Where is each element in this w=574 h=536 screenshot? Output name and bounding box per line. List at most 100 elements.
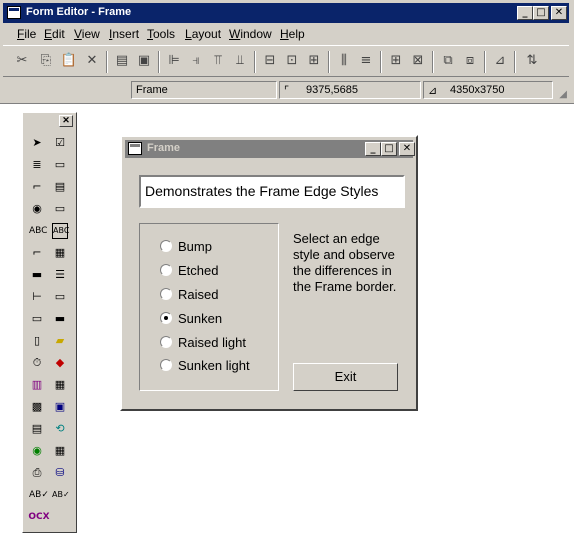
document-tool-icon[interactable]: ▯ (29, 333, 45, 349)
toolbar-separator (380, 51, 382, 73)
excel-tool-icon[interactable]: ▦ (52, 443, 68, 459)
position-icon: ⌜ (284, 85, 290, 97)
textbox-tool-icon[interactable]: ABC (52, 223, 69, 239)
radio-button[interactable] (160, 240, 172, 252)
copy-icon[interactable]: ⎘ (37, 52, 55, 70)
menu-bar: File Edit View Insert Tools Layout Windo… (3, 24, 569, 44)
spell-tool-icon[interactable]: AB✓ (29, 487, 49, 503)
slider-tool-icon[interactable]: ▬ (52, 311, 68, 327)
treeview-tool-icon[interactable]: ⊢ (29, 289, 45, 305)
progress-tool-icon[interactable]: ▬ (29, 267, 45, 283)
tab-order-icon[interactable]: ⇅ (523, 52, 541, 70)
cut-icon[interactable]: ✂ (13, 52, 31, 70)
date-tool-icon[interactable]: ▤ (29, 421, 45, 437)
tab-control-tool-icon[interactable]: ▭ (52, 289, 68, 305)
browser-tool-icon[interactable]: ◉ (29, 443, 45, 459)
image-tool-icon[interactable]: ▣ (52, 399, 68, 415)
code-view-icon[interactable]: ▣ (135, 52, 153, 70)
radio-button-selected[interactable] (160, 312, 172, 324)
toolbar-separator (432, 51, 434, 73)
status-size: ⊿ 4350x3750 (423, 81, 553, 99)
menu-tools[interactable]: Tools (147, 27, 175, 41)
scrollbar-tool-icon[interactable]: ▭ (52, 201, 68, 217)
menu-file[interactable]: File (17, 27, 36, 41)
frame-minimize-button[interactable]: _ (365, 142, 381, 156)
spin-tool-icon[interactable]: ▭ (29, 311, 45, 327)
label-tool-icon[interactable]: ≣ (29, 157, 45, 173)
same-width-icon[interactable]: ⊟ (261, 52, 279, 70)
grammar-tool-icon[interactable]: AB✓ (52, 487, 70, 503)
same-height-icon[interactable]: ⊡ (283, 52, 301, 70)
print-tool-icon[interactable]: ⎙ (29, 465, 45, 481)
snap-to-grid-icon[interactable]: ⊿ (491, 52, 509, 70)
checkbox-tool-icon[interactable]: ☑ (52, 135, 68, 151)
align-right-icon[interactable]: ⫣ (187, 52, 205, 70)
listview-tool-icon[interactable]: ☰ (52, 267, 68, 283)
delete-icon[interactable]: ✕ (83, 52, 101, 70)
pointer-icon[interactable]: ➤ (29, 135, 45, 151)
menu-edit[interactable]: Edit (44, 27, 65, 41)
toolbar-separator (158, 51, 160, 73)
title-bar[interactable]: Form Editor - Frame _ □ ✕ (3, 3, 569, 23)
form-editor-window: Form Editor - Frame _ □ ✕ File Edit View… (0, 0, 574, 104)
paste-icon[interactable]: 📋 (60, 52, 78, 70)
align-bottom-icon[interactable]: ⫫ (231, 52, 249, 70)
menu-insert[interactable]: Insert (109, 27, 139, 41)
database-tool-icon[interactable]: ⛁ (52, 465, 68, 481)
video-tool-icon[interactable]: ▩ (29, 399, 45, 415)
center-horizontal-icon[interactable]: ⊞ (387, 52, 405, 70)
align-left-icon[interactable]: ⊫ (165, 52, 183, 70)
same-size-icon[interactable]: ⊞ (305, 52, 323, 70)
frame-maximize-button[interactable]: □ (381, 142, 397, 156)
resize-grip-icon[interactable]: ◢ (559, 89, 567, 100)
space-horizontal-icon[interactable]: ⫼ (335, 52, 353, 70)
toolbox: ✕ ➤ ☑ ≣ ▭ ⌐ ▤ ◉ ▭ ABC ABC ⌐ ▦ ▬ ☰ ⊢ ▭ ▭ … (22, 112, 77, 533)
maximize-button[interactable]: □ (533, 6, 549, 20)
radio-button[interactable] (160, 336, 172, 348)
menu-help[interactable]: Help (280, 27, 305, 41)
window-title: Form Editor - Frame (26, 6, 132, 18)
instructions-label: Select an edge style and observe the dif… (293, 231, 397, 294)
align-top-icon[interactable]: ⫪ (209, 52, 227, 70)
menu-window[interactable]: Window (229, 27, 272, 41)
status-position: ⌜ 9375,5685 (279, 81, 421, 99)
radio-button[interactable] (160, 359, 172, 371)
send-to-back-icon[interactable]: ⧈ (461, 52, 479, 70)
properties-icon[interactable]: ▤ (113, 52, 131, 70)
center-vertical-icon[interactable]: ⊠ (409, 52, 427, 70)
frame-tool-icon[interactable]: ⌐ (29, 245, 45, 261)
button-tool-icon[interactable]: ▭ (52, 157, 68, 173)
radio-button[interactable] (160, 264, 172, 276)
groupbox-tool-icon[interactable]: ⌐ (29, 179, 45, 195)
close-button[interactable]: ✕ (551, 6, 567, 20)
radio-button[interactable] (160, 288, 172, 300)
toolbar: ✂ ⎘ 📋 ✕ ▤ ▣ ⊫ ⫣ ⫪ ⫫ ⊟ ⊡ ⊞ ⫼ ≡ ⊞ ⊠ ⧉ ⧈ ⊿ … (3, 45, 569, 77)
shapes-tool-icon[interactable]: ◆ (52, 355, 68, 371)
app-icon[interactable] (7, 6, 21, 19)
minimize-button[interactable]: _ (517, 6, 533, 20)
frame-close-button[interactable]: ✕ (399, 142, 415, 156)
listbox-tool-icon[interactable]: ▤ (52, 179, 68, 195)
status-control-name: Frame (131, 81, 277, 99)
status-bar: Frame ⌜ 9375,5685 ⊿ 4350x3750 ◢ (3, 80, 569, 100)
timer-tool-icon[interactable]: ⏱ (29, 355, 45, 371)
headline-textbox[interactable]: Demonstrates the Frame Edge Styles (139, 175, 405, 208)
static-text-tool-icon[interactable]: ABC (29, 223, 47, 239)
space-vertical-icon[interactable]: ≡ (357, 52, 375, 70)
menu-view[interactable]: View (74, 27, 100, 41)
frame-title-bar[interactable]: Frame _ □ ✕ (125, 140, 415, 158)
toolbar-separator (514, 51, 516, 73)
form-icon[interactable] (128, 142, 142, 155)
chart-tool-icon[interactable]: ▥ (29, 377, 45, 393)
table-tool-icon[interactable]: ▦ (52, 377, 68, 393)
grid-list-tool-icon[interactable]: ▦ (52, 245, 68, 261)
folder-tool-icon[interactable]: ▰ (52, 333, 68, 349)
radio-tool-icon[interactable]: ◉ (29, 201, 45, 217)
web-tool-icon[interactable]: ⟲ (52, 421, 68, 437)
bring-to-front-icon[interactable]: ⧉ (439, 52, 457, 70)
toolbox-close-button[interactable]: ✕ (59, 115, 73, 127)
ocx-tool-icon[interactable]: OCX (27, 509, 51, 525)
exit-button[interactable]: Exit (293, 363, 398, 391)
menu-layout[interactable]: Layout (185, 27, 221, 41)
frame-title: Frame (147, 142, 181, 154)
